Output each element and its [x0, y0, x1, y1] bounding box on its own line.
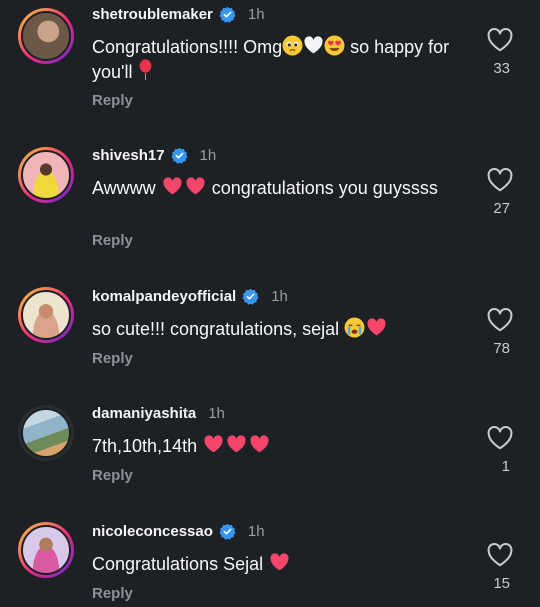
verified-badge-icon	[170, 147, 188, 164]
like-count: 33	[493, 60, 510, 77]
reply-button[interactable]: Reply	[92, 350, 133, 367]
reply-button[interactable]: Reply	[92, 92, 133, 109]
username[interactable]: shivesh17	[92, 147, 165, 164]
comment-text-segment: Congratulations Sejal	[92, 554, 269, 574]
comment-text-segment: Awwww	[92, 178, 161, 198]
balloon-emoji	[137, 59, 154, 81]
timestamp: 1h	[247, 6, 265, 23]
comment-text-segment: so cute!!! congratulations, sejal	[92, 319, 345, 339]
red-heart-emoji	[365, 317, 388, 338]
comment-text-segment: Congratulations!!!! Omg	[92, 37, 283, 57]
username[interactable]: damaniyashita	[92, 405, 196, 422]
avatar-frame[interactable]	[18, 405, 74, 461]
avatar[interactable]	[21, 150, 71, 200]
red-heart-emoji	[161, 176, 184, 197]
like-count: 15	[493, 575, 510, 592]
heart-eyes-emoji	[324, 35, 345, 56]
timestamp: 1h	[199, 147, 217, 164]
verified-badge-icon	[242, 288, 259, 305]
avatar-story-ring[interactable]	[18, 8, 74, 64]
username[interactable]: shetroublemaker	[92, 6, 213, 23]
crying-face-emoji	[344, 317, 365, 338]
timestamp: 1h	[271, 288, 288, 305]
avatar-story-ring[interactable]	[18, 522, 74, 578]
like-heart-icon[interactable]	[486, 307, 514, 333]
timestamp: 1h	[208, 405, 225, 422]
like-heart-icon[interactable]	[486, 542, 514, 568]
like-heart-icon[interactable]	[486, 425, 514, 451]
red-heart-emoji	[184, 176, 207, 197]
reply-button[interactable]: Reply	[92, 467, 133, 484]
avatar-story-ring[interactable]	[18, 287, 74, 343]
like-count: 78	[493, 340, 510, 357]
avatar[interactable]	[21, 408, 71, 458]
pleading-face-emoji	[282, 35, 303, 56]
username[interactable]: komalpandeyofficial	[92, 288, 236, 305]
comment-text: Awwww congratulations you guyssss	[92, 176, 462, 200]
like-heart-icon[interactable]	[486, 27, 514, 53]
red-heart-emoji	[225, 434, 248, 455]
comment-text-segment: congratulations you guyssss	[206, 178, 438, 198]
verified-badge-icon	[219, 6, 236, 23]
avatar[interactable]	[21, 11, 71, 61]
like-count: 1	[501, 458, 510, 475]
reply-button[interactable]: Reply	[92, 585, 133, 602]
username[interactable]: nicoleconcessao	[92, 523, 213, 540]
reply-button[interactable]: Reply	[92, 232, 133, 249]
verified-badge-icon	[219, 523, 236, 540]
comment-text: 7th,10th,14th	[92, 434, 462, 458]
comment-text: so cute!!! congratulations, sejal	[92, 317, 462, 341]
avatar[interactable]	[21, 290, 71, 340]
comment-text: Congratulations!!!! Omg so happy for you…	[92, 35, 462, 84]
avatar-story-ring[interactable]	[18, 147, 74, 203]
red-heart-emoji	[202, 434, 225, 455]
white-heart-emoji	[303, 35, 324, 56]
comment-text: Congratulations Sejal	[92, 552, 462, 576]
like-count: 27	[493, 200, 510, 217]
avatar[interactable]	[21, 525, 71, 575]
timestamp: 1h	[247, 523, 265, 540]
red-heart-emoji	[268, 552, 291, 573]
like-heart-icon[interactable]	[486, 167, 514, 193]
comment-text-segment: 7th,10th,14th	[92, 436, 203, 456]
red-heart-emoji	[248, 434, 271, 455]
